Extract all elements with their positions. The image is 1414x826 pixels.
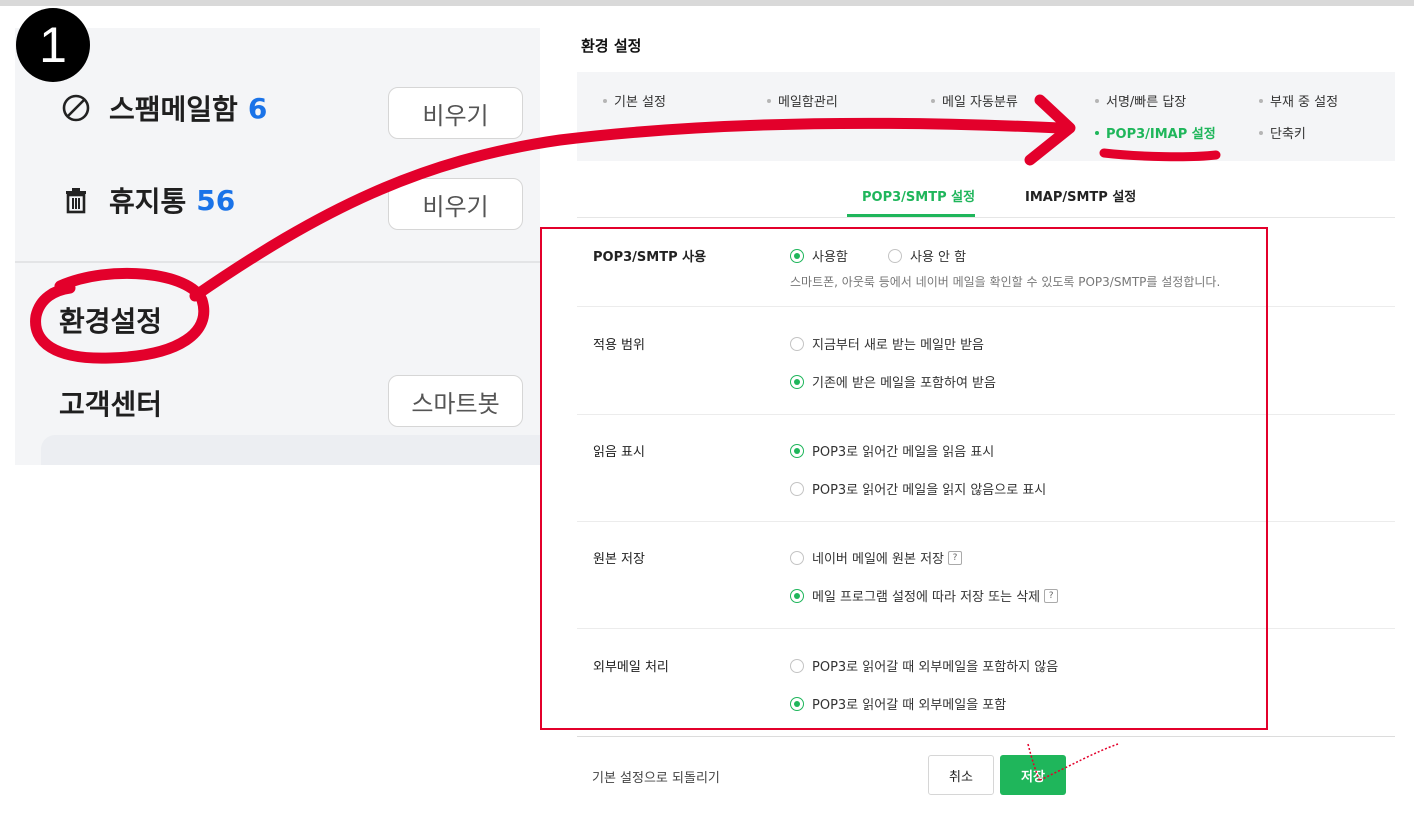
active-tab-indicator <box>847 214 975 217</box>
trash-count: 56 <box>196 183 236 217</box>
spam-count: 6 <box>247 91 268 125</box>
menu-mailbox-manage[interactable]: 메일함관리 <box>767 91 838 110</box>
sidebar-bottom-card <box>41 435 540 465</box>
sidebar-divider <box>15 261 540 263</box>
bullet-icon <box>931 98 935 103</box>
bullet-icon <box>767 98 771 103</box>
menu-away-settings[interactable]: 부재 중 설정 <box>1259 91 1338 110</box>
cancel-button[interactable]: 취소 <box>928 755 994 795</box>
menu-auto-sort[interactable]: 메일 자동분류 <box>931 91 1018 110</box>
menu-basic-settings[interactable]: 기본 설정 <box>603 91 666 110</box>
empty-spam-button[interactable]: 비우기 <box>388 87 523 139</box>
reset-defaults-link[interactable]: 기본 설정으로 되돌리기 <box>592 767 720 786</box>
spam-folder-label: 스팸메일함 <box>109 93 238 126</box>
menu-signature[interactable]: 서명/빠른 답장 <box>1095 91 1186 110</box>
smartbot-button[interactable]: 스마트봇 <box>388 375 523 427</box>
tab-divider <box>577 217 1395 218</box>
bullet-icon <box>1259 98 1263 103</box>
menu-label: 메일 자동분류 <box>942 95 1018 110</box>
menu-shortcuts[interactable]: 단축키 <box>1259 123 1306 142</box>
trash-icon <box>59 183 93 217</box>
footer-divider <box>577 736 1395 737</box>
highlight-box <box>540 227 1268 730</box>
bullet-icon <box>1095 130 1099 135</box>
menu-label: 기본 설정 <box>614 95 666 110</box>
customer-center-link[interactable]: 고객센터 <box>59 383 162 423</box>
save-button[interactable]: 저장 <box>1000 755 1066 795</box>
tab-imap-smtp[interactable]: IMAP/SMTP 설정 <box>1025 186 1136 205</box>
menu-label: 메일함관리 <box>778 95 838 110</box>
settings-link[interactable]: 환경설정 <box>59 300 162 340</box>
tab-pop3-smtp[interactable]: POP3/SMTP 설정 <box>862 186 975 205</box>
bullet-icon <box>603 98 607 103</box>
menu-pop3-imap[interactable]: POP3/IMAP 설정 <box>1095 123 1216 142</box>
menu-label: 단축키 <box>1270 127 1306 142</box>
trash-folder-label: 휴지통 <box>109 185 187 218</box>
menu-label: 서명/빠른 답장 <box>1106 95 1187 110</box>
block-icon <box>59 91 93 125</box>
step-number-badge: 1 <box>16 8 90 82</box>
settings-menu <box>577 72 1395 161</box>
page-title: 환경 설정 <box>581 37 642 55</box>
bullet-icon <box>1259 130 1263 135</box>
bullet-icon <box>1095 98 1099 103</box>
top-border <box>0 0 1414 6</box>
menu-label: 부재 중 설정 <box>1270 95 1339 110</box>
menu-label: POP3/IMAP 설정 <box>1106 127 1216 142</box>
mail-sidebar-crop: 스팸메일함 6 비우기 휴지통 56 비우기 환경설정 고객센터 스마트봇 <box>15 28 540 465</box>
empty-trash-button[interactable]: 비우기 <box>388 178 523 230</box>
